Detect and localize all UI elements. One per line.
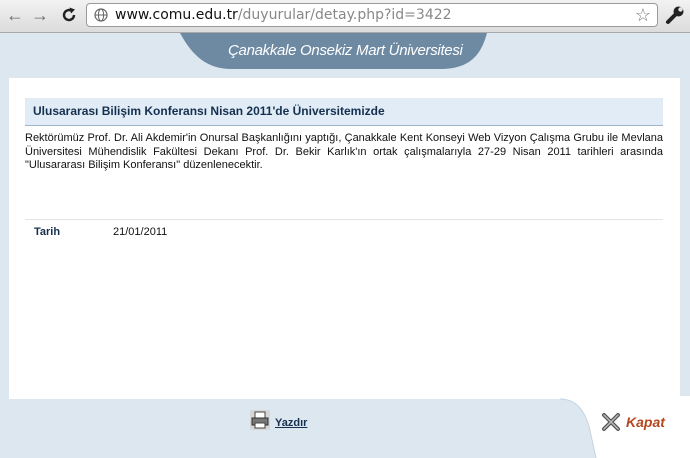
wrench-icon[interactable] <box>664 4 686 26</box>
date-label: Tarih <box>34 226 61 238</box>
print-label[interactable]: Yazdır <box>275 417 307 429</box>
url-host: www.comu.edu.tr <box>115 7 238 23</box>
reload-icon[interactable] <box>58 4 80 26</box>
globe-icon <box>94 8 108 22</box>
browser-toolbar: ← → www.comu.edu.tr/duyurular/detay.php?… <box>0 0 690 33</box>
announcement-body: Rektörümüz Prof. Dr. Ali Akdemir'in Onur… <box>25 132 663 171</box>
back-icon[interactable]: ← <box>4 4 26 26</box>
divider <box>25 219 663 220</box>
close-label[interactable]: Kapat <box>626 414 665 430</box>
printer-icon <box>250 410 270 430</box>
close-icon <box>602 413 620 431</box>
footer-background <box>0 396 690 458</box>
url-path: /duyurular/detay.php?id=3422 <box>237 7 452 23</box>
address-bar[interactable]: www.comu.edu.tr/duyurular/detay.php?id=3… <box>86 3 658 27</box>
university-name: Çanakkale Onsekiz Mart Üniversitesi <box>228 42 463 59</box>
star-icon[interactable]: ☆ <box>635 5 651 26</box>
announcement-title-bar: Ulusararası Bilişim Konferansı Nisan 201… <box>25 98 663 126</box>
announcement-title: Ulusararası Bilişim Konferansı Nisan 201… <box>33 104 385 118</box>
forward-icon[interactable]: → <box>29 4 51 26</box>
date-value: 21/01/2011 <box>113 226 168 238</box>
announcement-panel: Ulusararası Bilişim Konferansı Nisan 201… <box>9 78 680 399</box>
url-text: www.comu.edu.tr/duyurular/detay.php?id=3… <box>115 7 452 23</box>
